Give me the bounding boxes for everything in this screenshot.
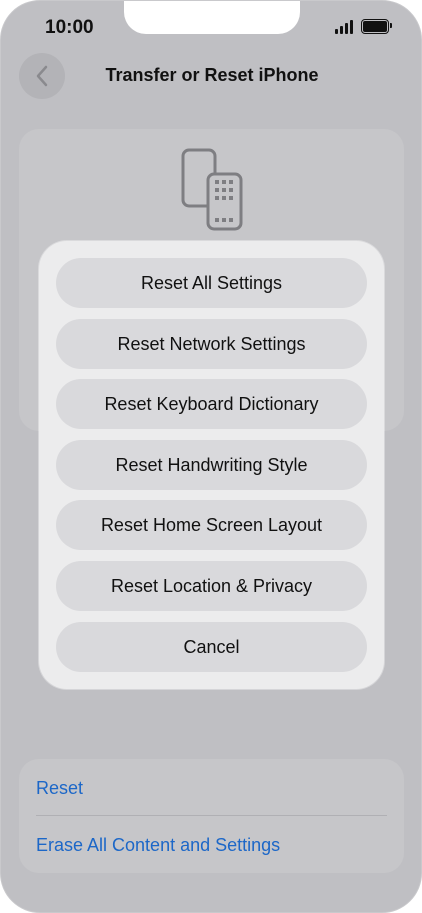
- reset-home-screen-layout-button[interactable]: Reset Home Screen Layout: [56, 500, 367, 550]
- status-icons: [335, 19, 392, 34]
- cancel-button[interactable]: Cancel: [56, 622, 367, 672]
- status-time: 10:00: [45, 17, 94, 38]
- reset-network-settings-button[interactable]: Reset Network Settings: [56, 319, 367, 369]
- notch: [124, 1, 300, 34]
- reset-options-sheet: Reset All Settings Reset Network Setting…: [39, 241, 384, 689]
- cellular-signal-icon: [335, 19, 353, 34]
- battery-icon: [361, 19, 392, 34]
- reset-link[interactable]: Reset: [36, 778, 83, 799]
- reset-all-settings-button[interactable]: Reset All Settings: [56, 258, 367, 308]
- erase-all-content-link[interactable]: Erase All Content and Settings: [36, 835, 280, 856]
- phone-screen: 10:00 Transfer or Reset iPhone Reset All…: [0, 0, 422, 913]
- reset-location-privacy-button[interactable]: Reset Location & Privacy: [56, 561, 367, 611]
- actions-divider: [36, 815, 387, 816]
- reset-handwriting-style-button[interactable]: Reset Handwriting Style: [56, 440, 367, 490]
- page-title: Transfer or Reset iPhone: [105, 65, 319, 85]
- reset-actions-card: Reset Erase All Content and Settings: [19, 759, 404, 873]
- transfer-devices-icon: [181, 148, 243, 231]
- reset-keyboard-dictionary-button[interactable]: Reset Keyboard Dictionary: [56, 379, 367, 429]
